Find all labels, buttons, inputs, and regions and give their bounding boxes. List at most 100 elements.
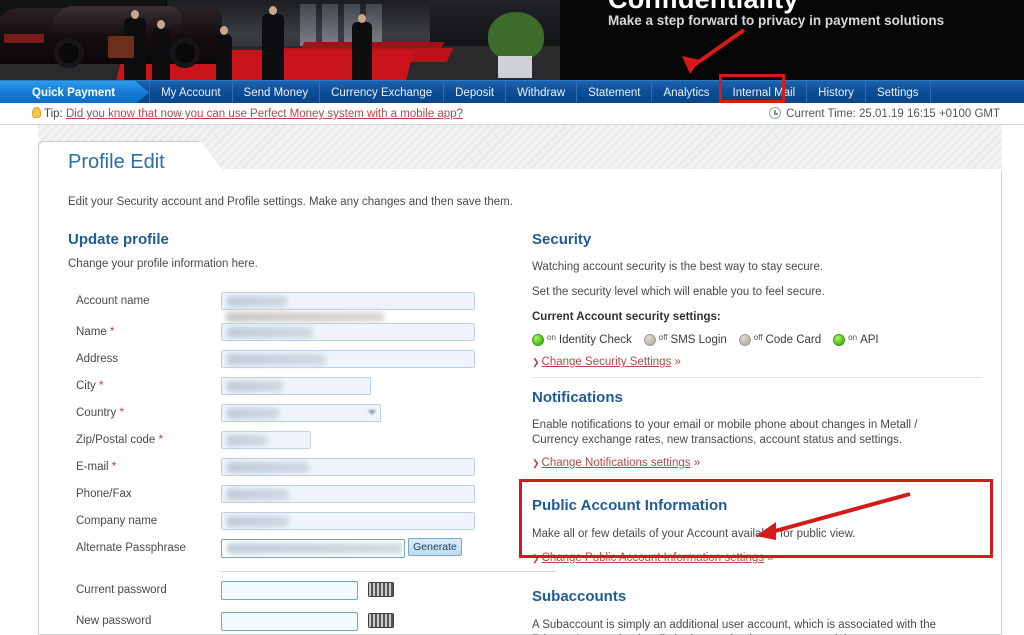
input-account-name[interactable]	[221, 292, 475, 310]
profile-form: Account name Name * Address City * Country *…	[68, 292, 556, 635]
form-row-new-password: New password	[68, 612, 488, 635]
form-row-e-mail: E-mail *	[68, 458, 488, 481]
notifications-description: Enable notifications to your email or mo…	[532, 419, 918, 446]
virtual-keyboard-icon[interactable]	[368, 613, 394, 628]
photo-car-wheel	[54, 38, 84, 68]
chevron-down-icon[interactable]	[368, 410, 376, 415]
nav-item-history[interactable]: History	[807, 81, 866, 104]
redacted-field-value	[227, 408, 279, 419]
virtual-keyboard-icon[interactable]	[368, 582, 394, 597]
photo-plant	[488, 12, 544, 60]
required-marker: *	[106, 326, 115, 338]
nav-item-withdraw[interactable]: Withdraw	[506, 81, 578, 104]
redacted-field-value	[227, 489, 289, 500]
banner-text-block: Confidentiality Make a step forward to p…	[560, 0, 1024, 80]
input-city[interactable]	[221, 377, 371, 395]
security-settings-label: Current Account security settings:	[532, 311, 721, 323]
input-new-password[interactable]	[221, 612, 358, 631]
photo-person	[152, 20, 170, 80]
form-row-zip-postal-code: Zip/Postal code *	[68, 431, 488, 454]
input-e-mail[interactable]	[221, 458, 475, 476]
chevron-right-icon: ❯	[532, 357, 540, 367]
field-label: Address	[76, 353, 119, 365]
change-security-settings-link[interactable]: Change Security Settings	[542, 356, 672, 368]
subaccounts-description: A Subaccount is simply an additional use…	[532, 619, 936, 635]
nav-item-quick-payment[interactable]: Quick Payment	[0, 81, 149, 104]
security-heading: Security	[532, 231, 592, 248]
photo-person	[352, 14, 372, 80]
toggle-state-label: on	[848, 332, 858, 342]
input-company-name[interactable]	[221, 512, 475, 530]
nav-item-statement[interactable]: Statement	[577, 81, 653, 104]
security-toggle-sms-login[interactable]: off SMS Login	[643, 332, 727, 346]
main-navigation: Quick Payment My Account Send Money Currenc…	[0, 80, 1024, 104]
lightbulb-icon	[32, 107, 41, 118]
form-row-phone-fax: Phone/Fax	[68, 485, 488, 508]
page-root: Confidentiality Make a step forward to p…	[0, 0, 1024, 635]
change-security-settings-row: ❯ Change Security Settings »	[532, 356, 681, 368]
right-column: Security Watching account security is th…	[532, 231, 984, 635]
redacted-field-value	[227, 543, 403, 554]
form-row-company-name: Company name	[68, 512, 488, 535]
form-row-address: Address	[68, 350, 488, 373]
input-alternate-passphrase[interactable]	[221, 539, 405, 558]
site-banner: Confidentiality Make a step forward to p…	[0, 0, 1024, 80]
change-notifications-settings-link[interactable]: Change Notifications settings	[542, 457, 691, 469]
input-zip-postal-code[interactable]	[221, 431, 311, 449]
toggle-name-label: SMS Login	[670, 334, 727, 346]
toggle-state-label: on	[547, 332, 556, 342]
generate-passphrase-button[interactable]: Generate	[408, 538, 462, 556]
field-label: Country *	[76, 407, 124, 419]
tip-prefix: Tip:	[44, 108, 63, 120]
notifications-heading: Notifications	[532, 389, 623, 406]
toggle-name-label: API	[860, 334, 879, 346]
current-time-text: Current Time: 25.01.19 16:15 +0100 GMT	[786, 108, 1000, 120]
photo-plant-pot	[498, 56, 532, 78]
field-label: Alternate Passphrase	[76, 542, 186, 554]
input-name[interactable]	[221, 323, 475, 341]
field-label: Phone/Fax	[76, 488, 132, 500]
page-background-gutter-right	[1002, 125, 1024, 635]
annotation-arrow-public-account	[756, 492, 911, 540]
nav-item-deposit[interactable]: Deposit	[444, 81, 507, 104]
security-toggle-identity-check[interactable]: on Identity Check	[532, 332, 632, 346]
nav-item-send-money[interactable]: Send Money	[233, 81, 321, 104]
toggle-on-icon	[833, 334, 846, 346]
toggle-off-icon	[643, 334, 656, 346]
photo-car-wheel	[170, 38, 200, 68]
annotation-arrow-settings	[682, 28, 746, 74]
toggle-name-label: Identity Check	[558, 334, 632, 346]
form-row-alternate-passphrase: Alternate Passphrase Generate	[68, 538, 488, 562]
current-time-block: Current Time: 25.01.19 16:15 +0100 GMT	[769, 107, 1000, 120]
subaccounts-heading: Subaccounts	[532, 588, 627, 605]
field-label: Name *	[76, 326, 115, 338]
form-row-name: Name *	[68, 323, 488, 346]
toggle-off-icon	[738, 334, 751, 346]
input-address[interactable]	[221, 350, 475, 368]
photo-person	[216, 26, 232, 80]
input-current-password[interactable]	[221, 581, 358, 600]
mobile-app-tip-link[interactable]: Did you know that now you can use Perfec…	[66, 108, 463, 120]
input-phone-fax[interactable]	[221, 485, 475, 503]
banner-photo	[0, 0, 560, 80]
field-label: E-mail *	[76, 461, 117, 473]
nav-item-analytics[interactable]: Analytics	[652, 81, 722, 104]
photo-person	[262, 6, 284, 80]
account-name-secondary-redacted	[226, 312, 384, 322]
banner-subtitle: Make a step forward to privacy in paymen…	[608, 13, 945, 28]
change-notifications-settings-row: ❯ Change Notifications settings »	[532, 457, 701, 469]
toggle-state-label: off	[658, 332, 668, 342]
nav-item-settings[interactable]: Settings	[866, 81, 931, 104]
security-toggle-api[interactable]: on API	[833, 332, 879, 346]
field-label: Company name	[76, 515, 158, 527]
page-background-gutter-left	[0, 125, 38, 635]
security-line-2: Set the security level which will enable…	[532, 286, 825, 298]
nav-item-my-account[interactable]: My Account	[149, 81, 233, 104]
field-label: Zip/Postal code *	[76, 434, 163, 446]
form-row-account-name: Account name	[68, 292, 488, 322]
input-country[interactable]	[221, 404, 381, 422]
required-marker: *	[108, 461, 117, 473]
nav-item-currency-exchange[interactable]: Currency Exchange	[320, 81, 445, 104]
security-toggle-code-card[interactable]: off Code Card	[738, 332, 821, 346]
toggle-state-label: off	[753, 332, 763, 342]
